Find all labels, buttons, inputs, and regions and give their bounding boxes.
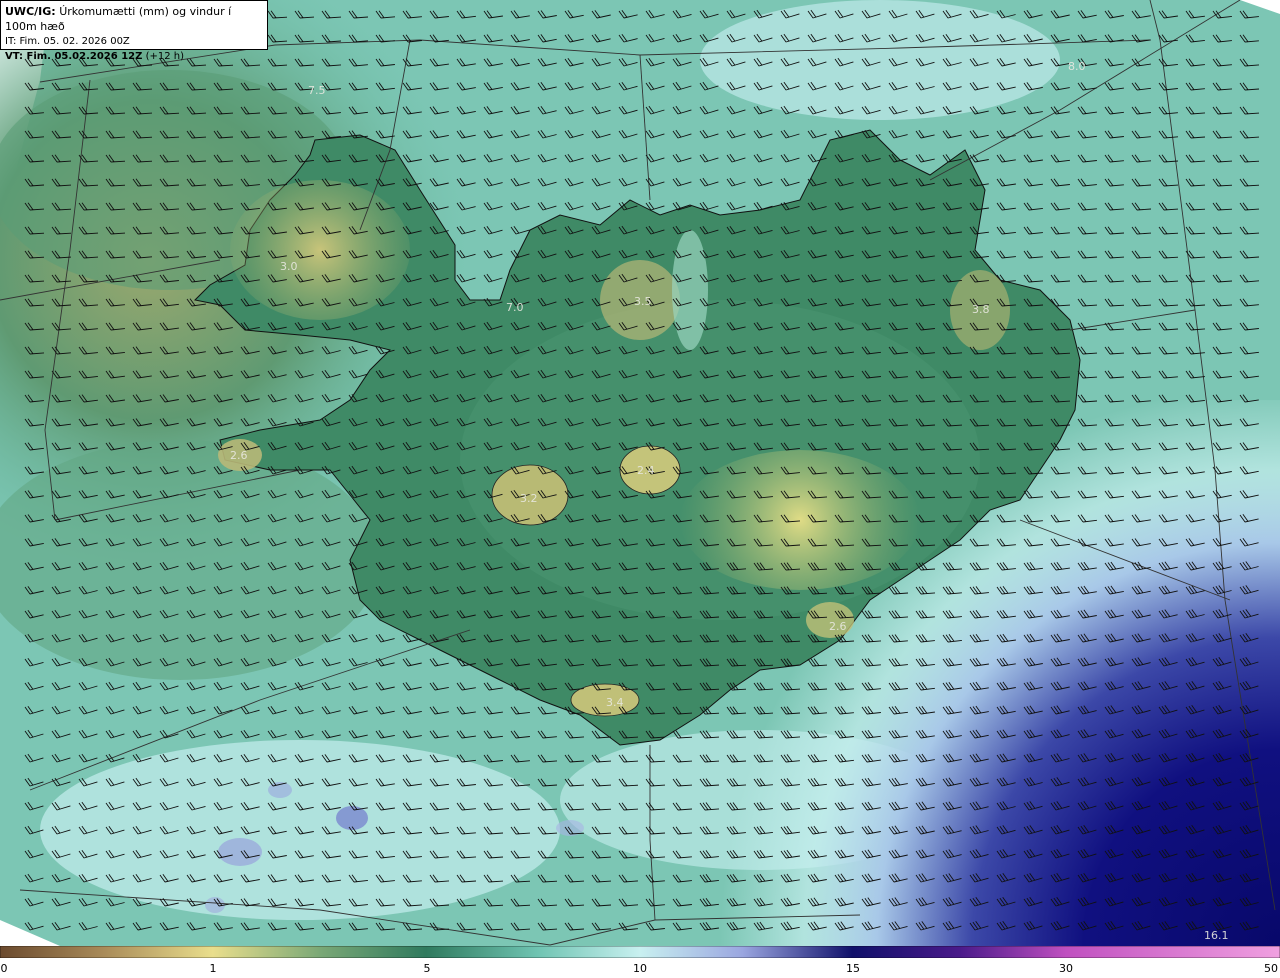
map-value: 3.2	[520, 492, 538, 505]
map-value: 3.4	[606, 696, 624, 709]
initial-time: IT: Fim. 05. 02. 2026 00Z	[5, 36, 130, 47]
precipitation-colorbar	[0, 946, 1280, 958]
colorbar-tick: 30	[1059, 962, 1073, 975]
colorbar-tick: 5	[423, 962, 431, 975]
colorbar-tick: 0	[0, 962, 8, 975]
map-value: 2.6	[230, 449, 248, 462]
map-value: 8.0	[1068, 60, 1086, 73]
map-value: 7.0	[506, 301, 524, 314]
product-title: UWC/IG: Úrkomumætti (mm) og vindur í 100…	[5, 5, 232, 33]
colorbar-tick-labels: 0 1 5 10 15 30 50	[0, 962, 1280, 978]
precipitation-wind-map: 7.5 8.0 3.0 7.0 3.5 3.8 2.6 3.2 2.4 2.6 …	[0, 0, 1280, 946]
colorbar-tick: 10	[633, 962, 647, 975]
map-value: 3.0	[280, 260, 298, 273]
forecast-info-box: UWC/IG: Úrkomumætti (mm) og vindur í 100…	[0, 0, 268, 62]
map-value: 3.8	[972, 303, 990, 316]
map-value: 7.5	[308, 84, 326, 97]
map-value: 2.6	[829, 620, 847, 633]
map-value: 3.5	[634, 295, 652, 308]
colorbar-tick: 1	[209, 962, 217, 975]
map-value: 16.1	[1204, 929, 1229, 942]
map-value: 2.4	[637, 464, 655, 477]
colorbar-tick: 50	[1264, 962, 1278, 975]
colorbar-tick: 15	[846, 962, 860, 975]
valid-time: VT: Fim. 05.02.2026 12Z (+12 h)	[5, 51, 184, 62]
